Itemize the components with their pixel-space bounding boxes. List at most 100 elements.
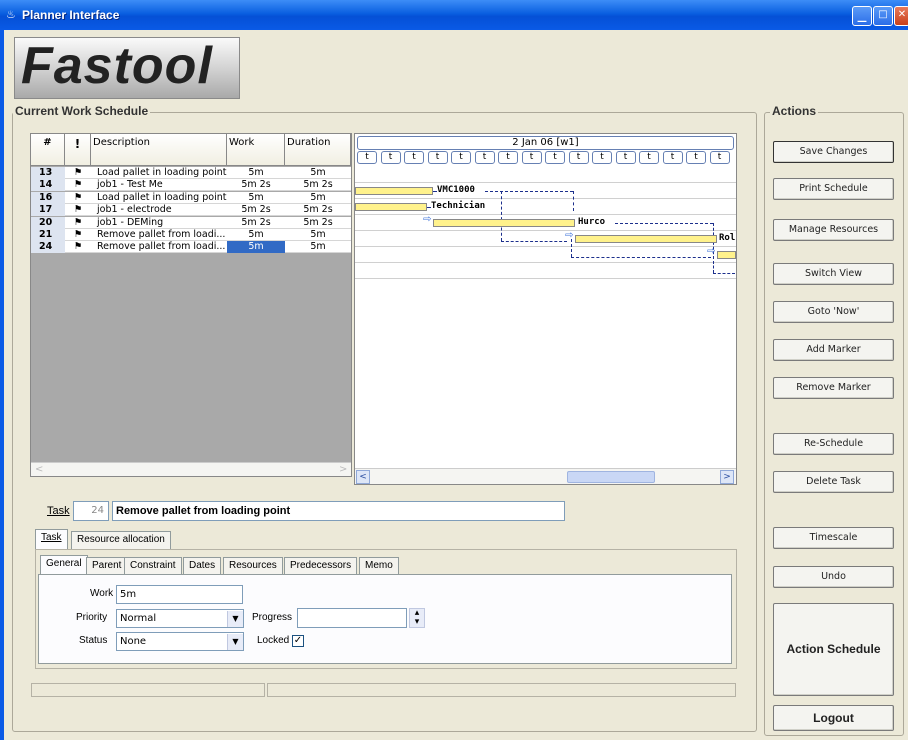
status-label: Status — [79, 635, 108, 646]
status-select[interactable]: None ▼ — [116, 632, 244, 651]
tab-task[interactable]: Task — [35, 529, 68, 549]
dependency-arrow-icon: ⇨ — [707, 246, 716, 257]
task-table[interactable]: # ! Description Work Duration 13 ⚑ Load pa… — [30, 133, 352, 477]
scroll-right-icon[interactable]: > — [339, 464, 347, 475]
scroll-left-icon[interactable]: < — [35, 464, 43, 475]
table-row[interactable]: 13 ⚑ Load pallet in loading point 5m 5m — [31, 167, 351, 179]
gantt-tick: t — [427, 151, 448, 164]
table-row[interactable]: 17 ⚑ job1 - electrode 5m 2s 5m 2s — [31, 204, 351, 217]
action-schedule-button[interactable]: Action Schedule — [773, 603, 894, 696]
row-description: Remove pallet from loadi... — [97, 229, 226, 240]
pin-icon: ⚑ — [73, 229, 83, 240]
row-description: Load pallet in loading point — [97, 191, 227, 203]
tab-resources[interactable]: Resources — [223, 557, 283, 575]
undo-button[interactable]: Undo — [773, 566, 894, 588]
gantt-task-bar[interactable] — [575, 235, 717, 243]
table-row[interactable]: 14 ⚑ job1 - Test Me 5m 2s 5m 2s — [31, 179, 351, 192]
tab-predecessors[interactable]: Predecessors — [284, 557, 358, 575]
table-row[interactable]: 16 ⚑ Load pallet in loading point 5m 5m — [31, 191, 351, 204]
tab-memo[interactable]: Memo — [359, 557, 399, 575]
tab-task-label: Task — [41, 532, 62, 543]
task-label: Task — [47, 505, 70, 517]
gantt-tick: t — [545, 151, 565, 164]
gantt-tick: t — [474, 151, 495, 164]
row-duration: 5m — [310, 191, 326, 203]
gantt-task-bar[interactable] — [433, 219, 575, 227]
scroll-left-button[interactable]: < — [356, 470, 370, 484]
goto-now-button[interactable]: Goto 'Now' — [773, 301, 894, 323]
pin-icon: ⚑ — [73, 204, 83, 216]
java-cup-icon: ♨ — [6, 8, 16, 21]
gantt-chart[interactable]: 2 Jan 06 [w1] tttttttttttttttt VMC1000 T… — [354, 133, 737, 485]
tab-resource-allocation-label: Resource allocation — [77, 534, 165, 545]
row-work: 5m — [248, 229, 264, 240]
locked-checkbox[interactable]: ✓ — [292, 635, 304, 647]
maximize-button[interactable]: □ — [873, 6, 893, 26]
scroll-right-button[interactable]: > — [720, 470, 734, 484]
gantt-tick: t — [451, 151, 471, 164]
gantt-task-bar[interactable] — [717, 251, 736, 259]
table-scrollbar[interactable]: < > — [31, 462, 351, 476]
work-field[interactable]: 5m — [116, 585, 243, 604]
timescale-button[interactable]: Timescale — [773, 527, 894, 549]
chevron-down-icon[interactable]: ▼ — [227, 611, 243, 627]
table-header: # ! Description Work Duration — [31, 134, 351, 166]
col-header-work[interactable]: Work — [227, 134, 285, 166]
row-description: job1 - electrode — [97, 204, 172, 216]
gantt-tick-row: tttttttttttttttt — [357, 151, 734, 164]
tab-general[interactable]: General — [40, 555, 88, 574]
col-header-duration[interactable]: Duration — [285, 134, 351, 166]
gantt-task-bar[interactable] — [355, 203, 427, 211]
manage-resources-button[interactable]: Manage Resources — [773, 219, 894, 241]
tab-dates[interactable]: Dates — [183, 557, 222, 575]
gantt-row — [355, 167, 736, 183]
logout-button[interactable]: Logout — [773, 705, 894, 731]
tab-constraint-label: Constraint — [130, 560, 176, 571]
row-work: 5m 2s — [241, 216, 271, 228]
priority-select[interactable]: Normal ▼ — [116, 609, 244, 628]
scroll-thumb[interactable] — [567, 471, 655, 483]
switch-view-button[interactable]: Switch View — [773, 263, 894, 285]
table-row[interactable]: 20 ⚑ job1 - DEMing 5m 2s 5m 2s — [31, 216, 351, 229]
table-row[interactable]: 21 ⚑ Remove pallet from loadi... 5m 5m — [31, 229, 351, 241]
chevron-down-icon[interactable]: ▼ — [227, 634, 243, 650]
row-number: 16 — [31, 191, 65, 204]
task-name-field[interactable]: Remove pallet from loading point — [112, 501, 565, 521]
tab-predecessors-label: Predecessors — [290, 560, 352, 571]
pin-icon: ⚑ — [73, 216, 83, 228]
gantt-tick: t — [568, 151, 589, 164]
pin-icon: ⚑ — [73, 191, 83, 203]
add-marker-button[interactable]: Add Marker — [773, 339, 894, 361]
delete-task-button[interactable]: Delete Task — [773, 471, 894, 493]
row-number: 13 — [31, 167, 65, 179]
save-changes-button[interactable]: Save Changes — [773, 141, 894, 163]
row-number: 14 — [31, 179, 65, 192]
row-description: job1 - DEMing — [97, 216, 164, 228]
col-header-priority[interactable]: ! — [65, 134, 91, 166]
col-header-num[interactable]: # — [31, 134, 65, 166]
gantt-link-line — [713, 261, 714, 273]
reschedule-button[interactable]: Re-Schedule — [773, 433, 894, 455]
tab-constraint[interactable]: Constraint — [124, 557, 182, 575]
print-schedule-button[interactable]: Print Schedule — [773, 178, 894, 200]
dependency-arrow-icon: ⇨ — [423, 214, 432, 225]
gantt-tick: t — [709, 151, 730, 164]
gantt-link-line — [433, 191, 437, 192]
gantt-task-bar[interactable] — [355, 187, 433, 195]
progress-spinner[interactable]: ▴ ▾ — [409, 608, 425, 628]
remove-marker-button[interactable]: Remove Marker — [773, 377, 894, 399]
tab-resources-label: Resources — [229, 560, 277, 571]
minimize-button[interactable]: — — [852, 6, 872, 27]
col-header-description[interactable]: Description — [91, 134, 227, 166]
table-row[interactable]: 24 ⚑ Remove pallet from loadi... 5m 5m — [31, 241, 351, 254]
gantt-scrollbar[interactable]: < > — [355, 468, 736, 484]
progress-label: Progress — [252, 612, 293, 623]
progress-field[interactable] — [297, 608, 407, 628]
tab-resource-allocation[interactable]: Resource allocation — [71, 531, 171, 549]
status-value: None — [120, 636, 147, 647]
close-button[interactable]: ✕ — [894, 6, 908, 26]
minimize-icon: — — [857, 16, 867, 27]
tab-parent[interactable]: Parent — [86, 557, 128, 575]
row-duration: 5m — [310, 229, 326, 240]
row-number: 20 — [31, 216, 65, 229]
